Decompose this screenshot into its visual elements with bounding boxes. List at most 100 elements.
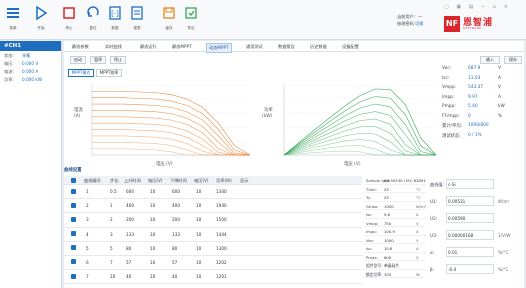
coef-unit: 1/V/W — [498, 233, 511, 238]
logo-subtitle: SOFTWARE — [463, 27, 482, 30]
param-row[interactable]: Vmpp: 750 V — [364, 219, 426, 227]
readout-total: 累计/平均: 1000/800 — [442, 121, 524, 131]
table-row[interactable]: 1 0.5 600 10 600 10 1340 — [64, 185, 362, 200]
readout-unit: A — [498, 94, 501, 100]
row-checkbox[interactable] — [71, 216, 76, 222]
param-value: 25 — [384, 195, 389, 200]
tab-device-config[interactable]: 设备配置 — [340, 43, 361, 51]
row-checkbox[interactable] — [71, 273, 76, 279]
param-row[interactable]: Isc: 9.8 A — [364, 210, 426, 219]
pv-xlabel: 电压 (V) — [344, 162, 361, 167]
start-label: 开始 — [37, 26, 45, 30]
param-row[interactable]: Isc: 10.8 A — [364, 244, 426, 253]
input-button[interactable]: 输入 — [480, 56, 500, 64]
app-window: 菜单 开始 停止 复位 [·] 数据 报表 保存 导出 当前用户：— 修改密码 … — [0, 0, 526, 288]
table-cell: 600 — [126, 189, 134, 194]
tab-static-params[interactable]: 静态参数 — [70, 43, 91, 51]
mode-mppt[interactable]: MPPT模式 — [68, 69, 94, 77]
param-key: Impp: — [366, 229, 377, 234]
tab-general-test[interactable]: 通用测试 — [244, 43, 265, 51]
start-button[interactable]: 开始 — [32, 5, 50, 31]
iv-yunit: (A) — [74, 114, 81, 119]
pv-ylabel: 功率 — [264, 108, 273, 113]
table-row[interactable]: 7 10 40 10 40 10 1201 — [64, 270, 362, 285]
table-cell: 10 — [196, 274, 202, 280]
company-logo: NF 恩智浦 SOFTWARE — [444, 15, 520, 33]
table-cell: 10 — [196, 245, 202, 251]
iv-xlabel: 电压 (V) — [156, 162, 173, 167]
tab-history[interactable]: 历史数据 — [308, 43, 329, 51]
halt-button[interactable]: 停止 — [110, 56, 126, 64]
coef-key: U3: — [430, 233, 438, 238]
tab-static-run[interactable]: 静态运行 — [138, 43, 159, 51]
tab-realtime-curve[interactable]: 实时曲线 — [103, 43, 124, 51]
table-cell: 10 — [196, 217, 202, 223]
table-row[interactable]: 6 7 57 10 57 10 1202 — [64, 256, 362, 271]
coef-value: 0.00000168 — [448, 233, 474, 238]
row-checkbox[interactable] — [71, 259, 76, 265]
row-checkbox[interactable] — [71, 202, 76, 208]
tab-bar: 静态参数 实时曲线 静态运行 静态MPPT 动态MPPT 通用测试 数据报告 历… — [64, 41, 524, 53]
param-key: Voc: — [366, 237, 374, 243]
row-checkbox[interactable] — [71, 231, 76, 237]
select-all-checkbox[interactable] — [71, 178, 76, 183]
play-icon — [36, 5, 48, 21]
readout-unit: A — [498, 75, 501, 81]
mode-mppt-efficiency[interactable]: MPPT效率 — [96, 69, 122, 77]
param-unit: A — [416, 246, 419, 251]
coef-value: c-Si — [448, 182, 456, 187]
coef-unit: %/°C — [498, 267, 509, 272]
tab-dynamic-mppt[interactable]: 动态MPPT — [206, 43, 232, 53]
readout-key: FF/mpp: — [442, 113, 460, 119]
pause-button[interactable]: 暂停 — [90, 56, 106, 64]
channel-current-row: 电流: 0.000 A — [0, 67, 61, 75]
table-cell: 1 — [110, 203, 113, 209]
param-row[interactable]: Pmax: 600 V — [364, 253, 426, 261]
readout-unit: % — [498, 113, 503, 119]
save-button[interactable]: 保存 — [160, 6, 178, 31]
param-unit: W — [416, 271, 420, 277]
param-row[interactable]: Tmin: 25 °C — [364, 185, 426, 193]
save-data-button[interactable]: 保存 — [504, 56, 522, 64]
pv-chart-svg — [283, 84, 437, 156]
stop-icon — [63, 7, 75, 19]
switch-user-link[interactable]: 切换 — [415, 21, 423, 26]
param-row[interactable]: Impp: 100.9 A — [364, 227, 426, 236]
row-checkbox[interactable] — [71, 188, 76, 194]
table-row[interactable]: 4 3 133 10 133 10 1444 — [64, 228, 362, 242]
window-controls[interactable]: ▢ ▣ ▤ − ▫ × — [444, 4, 511, 10]
param-row[interactable]: Tc: 25 °C — [364, 193, 426, 202]
data-label: 数据 — [111, 26, 119, 30]
menu-button[interactable]: 菜单 — [4, 6, 22, 31]
tab-data-report[interactable]: 数据报告 — [276, 43, 297, 51]
save-label: 保存 — [165, 26, 173, 30]
report-button[interactable]: 报表 — [128, 6, 146, 31]
tab-static-mppt[interactable]: 静态MPPT — [170, 43, 194, 51]
mppt-readout: Voc: 687.9 V Isc: 11.03 A Vmpp: 543.37 V Impp:… — [442, 64, 524, 140]
param-row[interactable]: 额定功率: 300 W — [364, 270, 426, 278]
data-button[interactable]: [·] 数据 — [106, 6, 124, 31]
param-key: Tc: — [366, 195, 372, 200]
readout-unit: kW — [498, 104, 505, 109]
table-cell: 10 — [196, 203, 202, 209]
table-row[interactable]: 5 5 80 10 80 10 1300 — [64, 242, 362, 256]
param-key: Pmax: — [366, 254, 378, 260]
table-header: 步长 — [110, 178, 119, 183]
param-row[interactable]: 组件型号: 单晶硅片 — [364, 261, 426, 270]
readout-key: Impp: — [442, 94, 455, 100]
row-checkbox[interactable] — [71, 245, 76, 251]
param-row[interactable]: Sample type EN 50530 / IEC 62891 — [364, 176, 426, 185]
param-row[interactable]: Voc: 1000 V — [364, 236, 426, 244]
table-row[interactable]: 3 2 200 10 200 10 1500 — [64, 213, 362, 228]
channel-title[interactable]: #CH1 — [0, 41, 61, 51]
run-button[interactable]: 启动 — [70, 56, 86, 64]
table-row[interactable]: 2 1 400 10 400 10 1940 — [64, 199, 362, 214]
table-cell: 7 — [110, 259, 113, 265]
reset-button[interactable]: 复位 — [84, 6, 102, 31]
coef-key: U1: — [430, 199, 438, 204]
stop-button[interactable]: 停止 — [60, 6, 78, 31]
param-row[interactable]: Gmax: 1000 W/m² — [364, 202, 426, 210]
export-button[interactable]: 导出 — [182, 6, 200, 31]
param-value: 1000 — [384, 203, 394, 209]
iv-ylabel: 电流 — [74, 108, 83, 113]
